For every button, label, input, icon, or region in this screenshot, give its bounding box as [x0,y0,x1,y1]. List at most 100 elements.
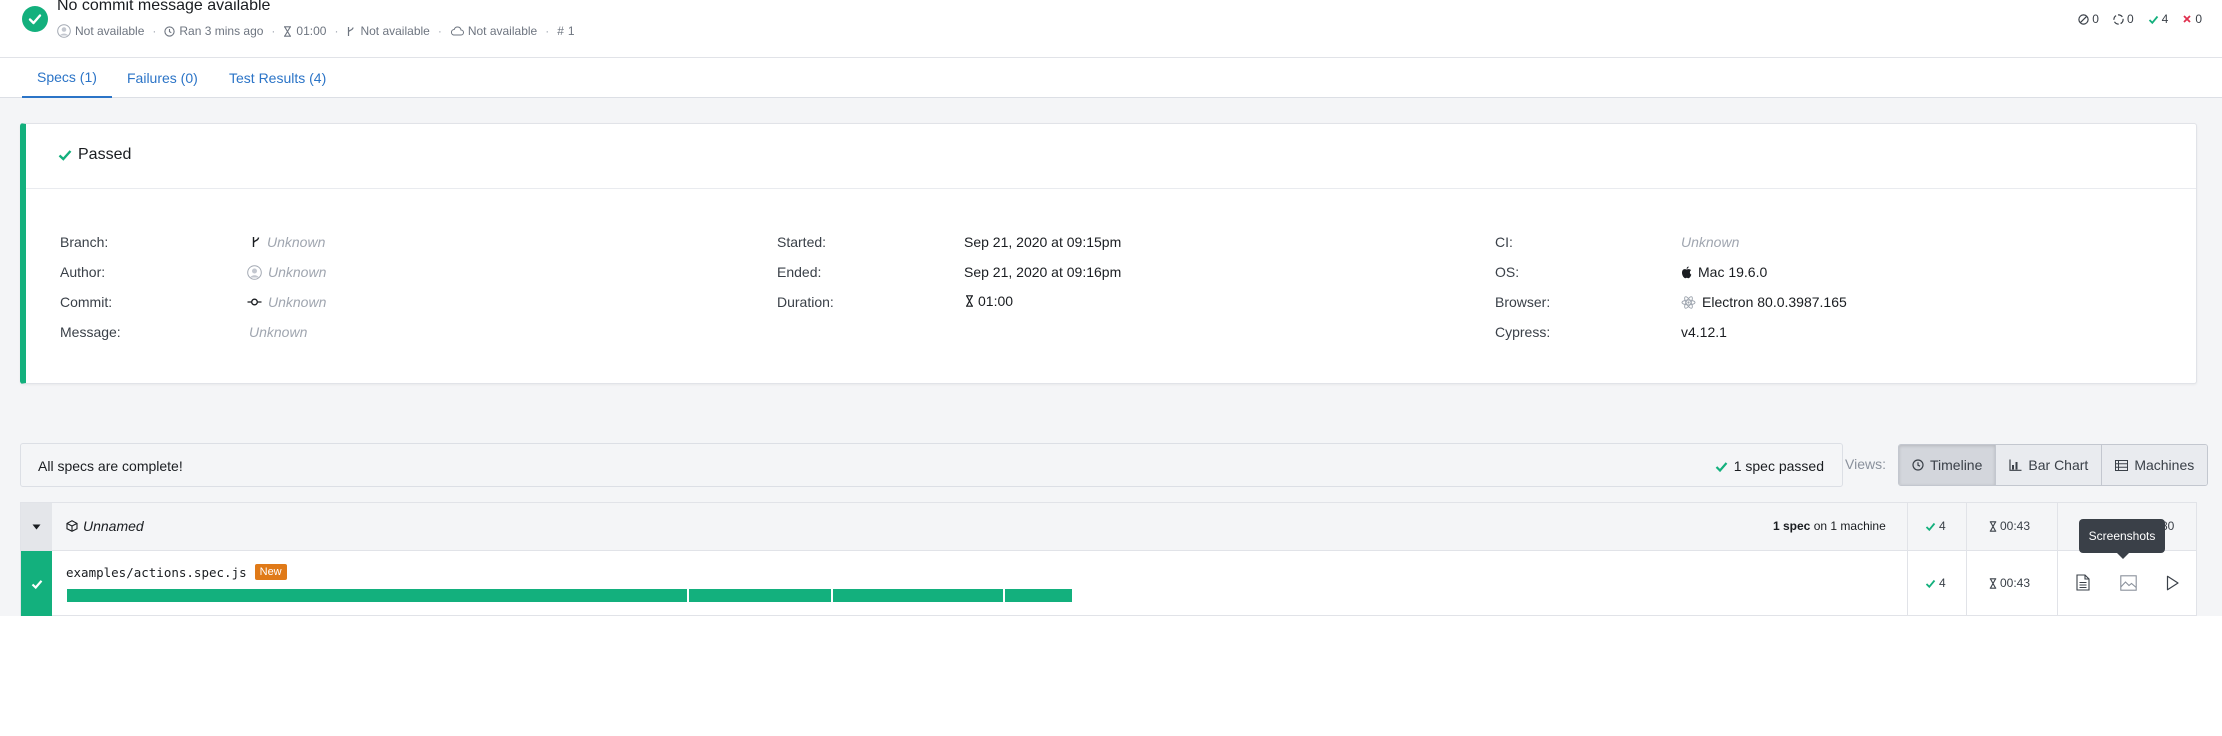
view-bar-chart-button[interactable]: Bar Chart [1995,445,2102,485]
spec-video-button[interactable] [2166,575,2179,591]
specs-status-bar: All specs are complete! 1 spec passed [20,443,1843,487]
clock-icon [1912,459,1924,471]
spec-passed-count: 4 [1925,576,1946,590]
check-icon [58,150,72,161]
meta-ci: Not available [450,24,537,38]
x-icon [2183,15,2191,23]
pending-count: 0 [2113,12,2134,26]
message-label: Message: [60,324,121,340]
branch-value: Unknown [251,234,325,250]
meta-branch: Not available [346,24,430,38]
meta-run-number: # 1 [557,24,575,38]
specs-complete-message: All specs are complete! [38,458,183,474]
author-label: Author: [60,264,106,280]
avatar-icon [247,264,262,280]
ended-label: Ended: [777,264,822,280]
run-summary-card: Passed Branch: Unknown Author: Unknown C… [20,123,2197,384]
cube-icon [66,520,78,532]
hourglass-icon [284,25,292,37]
message-value: Unknown [249,324,308,340]
group-duration: 00:43 [1989,519,2030,533]
cloud-icon [450,26,464,36]
spec-screenshots-button[interactable] [2120,575,2137,591]
screenshots-tooltip: Screenshots [2079,519,2165,559]
hash-icon: # [557,24,564,38]
passed-count: 4 [2148,12,2168,26]
meta-ran: Ran 3 mins ago [164,24,263,38]
group-collapse-toggle[interactable] [21,503,52,550]
check-icon [1715,461,1728,472]
pending-icon [2113,13,2124,25]
tab-failures[interactable]: Failures (0) [127,58,198,98]
image-icon [2120,575,2137,591]
started-value: Sep 21, 2020 at 09:15pm [964,234,1122,250]
timeline-segment-2[interactable] [689,589,831,602]
spec-duration: 00:43 [1989,576,2030,590]
timeline-segment-4[interactable] [1005,589,1072,602]
run-tabs: Specs (1) Failures (0) Test Results (4) [0,58,2222,98]
hourglass-icon [1989,520,1997,532]
tab-test-results[interactable]: Test Results (4) [229,58,326,98]
commit-icon [247,298,262,306]
list-icon [2115,459,2129,471]
group-spec-count: 1 spec on 1 machine [1773,519,1886,533]
spec-group-row[interactable]: Unnamed 1 spec on 1 machine 4 00:43 80 [20,502,2197,551]
spec-file-name[interactable]: examples/actions.spec.js New [66,564,287,580]
caret-down-icon [32,524,41,529]
commit-label: Commit: [60,294,113,310]
commit-message-title: No commit message available [57,0,271,14]
clock-icon [164,25,176,37]
cypress-value: v4.12.1 [1681,324,1727,340]
commit-value: Unknown [247,294,326,310]
hourglass-icon [1989,577,1997,589]
spec-passed-indicator [21,551,52,616]
duration-label: Duration: [777,294,834,310]
avatar-icon [57,24,71,38]
skipped-icon [2078,13,2089,25]
spec-output-button[interactable] [2076,574,2090,591]
new-badge: New [254,564,287,580]
views-switcher: Timeline Bar Chart Machines [1898,444,2209,486]
check-icon [31,579,42,589]
author-value: Unknown [247,264,326,280]
check-icon [1925,522,1936,531]
check-icon [2148,15,2158,24]
failed-count: 0 [2182,12,2202,26]
browser-value: Electron 80.0.3987.165 [1681,294,1847,310]
bar-chart-icon [2009,459,2022,471]
branch-icon [252,237,260,247]
cypress-label: Cypress: [1495,324,1551,340]
meta-duration: 01:00 [283,24,326,38]
test-counts: 0 0 4 0 [2078,12,2202,26]
play-icon [2166,575,2179,591]
spec-row[interactable]: examples/actions.spec.js New 4 00:43 [20,550,2197,616]
group-passed-count: 4 [1925,519,1946,533]
duration-value: 01:00 [965,293,1013,309]
branch-label: Branch: [60,234,109,250]
view-machines-button[interactable]: Machines [2101,445,2208,485]
skipped-count: 0 [2078,12,2099,26]
group-name: Unnamed [66,518,144,534]
os-value: Mac 19.6.0 [1681,264,1767,280]
specs-passed-summary: 1 spec passed [1715,458,1824,474]
run-header: No commit message available Not availabl… [0,0,2222,58]
passed-status: Passed [58,146,131,164]
check-icon [1925,579,1936,588]
document-icon [2076,574,2090,591]
timeline-segment-3[interactable] [833,589,1003,602]
os-label: OS: [1495,264,1520,280]
view-timeline-button[interactable]: Timeline [1899,445,1996,485]
timeline-segment-1[interactable] [67,589,687,602]
tab-specs[interactable]: Specs (1) [22,58,112,98]
browser-label: Browser: [1495,294,1551,310]
spec-timeline [67,589,1072,602]
meta-author: Not available [57,24,144,38]
run-meta-row: Not available · Ran 3 mins ago · 01:00 ·… [57,24,575,38]
ci-value: Unknown [1681,234,1740,250]
electron-icon [1681,295,1696,309]
apple-icon [1682,266,1692,278]
started-label: Started: [777,234,827,250]
ended-value: Sep 21, 2020 at 09:16pm [964,264,1122,280]
hourglass-icon [966,295,973,307]
summary-header: Passed [26,124,2196,189]
